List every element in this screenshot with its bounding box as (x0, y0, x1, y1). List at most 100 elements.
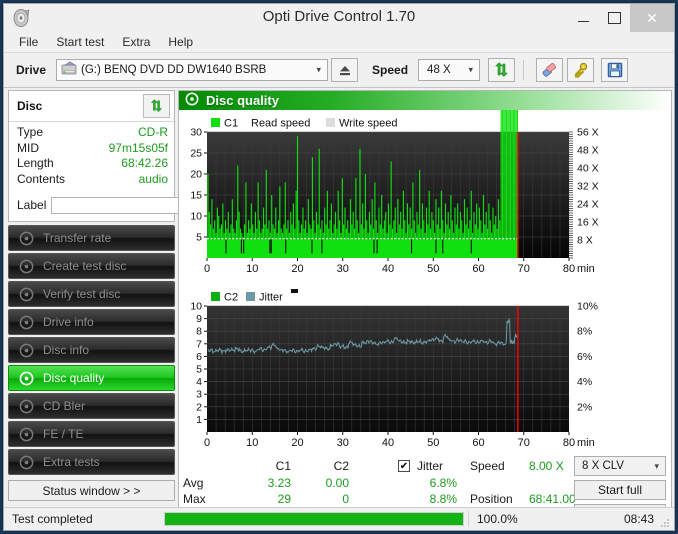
disc-field-mid-value: 97m15s05f (108, 140, 168, 155)
minimize-button[interactable] (568, 4, 599, 32)
disc-field-contents-value: audio (138, 171, 168, 186)
progress-bar (164, 512, 464, 526)
menu-item-start-test[interactable]: Start test (47, 33, 113, 51)
svg-text:6%: 6% (577, 351, 592, 363)
svg-text:40: 40 (382, 437, 394, 449)
toolbar: Drive (G:) BENQ DVD DD DW1640 BSRB ▾ Spe… (4, 53, 674, 88)
svg-text:9: 9 (196, 313, 202, 325)
elapsed-time: 08:43 (623, 512, 654, 526)
sidebar-item-label: Verify test disc (43, 287, 121, 301)
svg-text:30: 30 (337, 263, 349, 275)
stats-row-label-max: Max (183, 492, 206, 506)
refresh-button[interactable] (488, 58, 516, 82)
speed-select[interactable]: 48 X ▾ (418, 59, 481, 81)
disc-field-length-value: 68:42.26 (121, 156, 168, 170)
svg-text:C1: C1 (224, 118, 238, 130)
sidebar-item-disc-info[interactable]: Disc info (8, 337, 175, 363)
maximize-button[interactable] (599, 4, 630, 32)
write-speed-select[interactable]: 8 X CLV ▾ (574, 456, 666, 476)
sidebar-item-verify-test-disc[interactable]: Verify test disc (8, 281, 175, 307)
chevron-down-icon: ▾ (654, 460, 659, 471)
jitter-label: Jitter (417, 459, 444, 473)
svg-text:Jitter: Jitter (259, 292, 283, 304)
svg-text:10: 10 (190, 211, 202, 223)
status-window-button[interactable]: Status window > > (8, 480, 175, 501)
key-button[interactable] (567, 58, 595, 82)
status-message: Test completed (12, 512, 93, 526)
status-bar: Test completed 100.0% 08:43 (4, 507, 674, 530)
stats-jitter-max: 8.8% (429, 492, 457, 506)
disc-refresh-button[interactable] (143, 94, 170, 118)
sidebar-item-label: FE / TE (43, 427, 84, 441)
svg-text:10: 10 (246, 263, 258, 275)
disc-icon (14, 399, 38, 414)
drive-select[interactable]: (G:) BENQ DVD DD DW1640 BSRB ▾ (56, 59, 329, 81)
close-button[interactable]: ✕ (630, 4, 674, 32)
stats-c1-max: 29 (277, 492, 291, 506)
disc-panel-header: Disc (9, 91, 174, 122)
sidebar-item-drive-info[interactable]: Drive info (8, 309, 175, 335)
svg-text:50: 50 (427, 437, 439, 449)
svg-text:40: 40 (382, 263, 394, 275)
sidebar-item-label: Extra tests (43, 455, 100, 469)
svg-text:5: 5 (196, 364, 202, 376)
chevron-down-icon: ▾ (316, 64, 322, 75)
sidebar-item-create-test-disc[interactable]: Create test disc (8, 253, 175, 279)
sidebar-item-fe-te[interactable]: FE / TE (8, 421, 175, 447)
svg-text:20: 20 (291, 437, 303, 449)
svg-text:Write speed: Write speed (339, 118, 398, 130)
menu-item-help[interactable]: Help (159, 33, 202, 51)
sidebar-item-disc-quality[interactable]: Disc quality (8, 365, 175, 391)
jitter-checkbox[interactable]: ✔ (398, 460, 410, 472)
disc-icon (14, 427, 38, 442)
disc-field-type-value: CD-R (138, 125, 168, 139)
menu-item-extra[interactable]: Extra (113, 33, 159, 51)
stats-row-label-avg: Avg (183, 476, 204, 490)
disc-icon (14, 287, 38, 302)
disc-label-caption: Label (17, 198, 47, 212)
svg-text:8%: 8% (577, 326, 592, 338)
svg-text:20: 20 (190, 169, 202, 181)
chevron-down-icon: ▾ (468, 64, 474, 75)
disc-panel-title: Disc (17, 99, 43, 113)
svg-text:32 X: 32 X (577, 181, 599, 193)
svg-text:0: 0 (204, 437, 210, 449)
disc-icon (14, 371, 38, 386)
svg-text:2: 2 (196, 401, 202, 413)
disc-icon (185, 92, 199, 109)
disc-label-row: Label (9, 191, 226, 221)
svg-text:C2: C2 (224, 292, 238, 304)
menu-item-file[interactable]: File (10, 33, 47, 51)
sidebar-item-label: CD Bler (43, 399, 86, 413)
speed-value: 48 X (427, 64, 451, 76)
position-value: 68:41.00 (529, 492, 576, 506)
sidebar-item-transfer-rate[interactable]: Transfer rate (8, 225, 175, 251)
svg-text:48 X: 48 X (577, 145, 599, 157)
quality-charts: C1 Read speed Write speed510152025308 X16 … (190, 110, 599, 449)
svg-text:5: 5 (196, 232, 202, 244)
start-full-button[interactable]: Start full (574, 480, 666, 500)
sidebar-item-extra-tests[interactable]: Extra tests (8, 449, 175, 475)
sidebar-item-cd-bler[interactable]: CD Bler (8, 393, 175, 419)
svg-text:30: 30 (337, 437, 349, 449)
title-bar: Opti Drive Control 1.70 ✕ (4, 4, 674, 32)
svg-text:16 X: 16 X (577, 217, 599, 229)
svg-text:4: 4 (196, 376, 202, 388)
svg-text:8 X: 8 X (577, 235, 593, 247)
svg-text:10: 10 (246, 437, 258, 449)
disc-fields: Type CD-R MID 97m15s05f Length 68:42.26 … (9, 122, 174, 191)
stats-jitter-avg: 6.8% (429, 476, 457, 490)
eject-button[interactable] (331, 58, 359, 82)
speed-label: Speed (372, 63, 409, 77)
svg-text:30: 30 (190, 127, 202, 139)
svg-text:24 X: 24 X (577, 199, 599, 211)
svg-text:7: 7 (196, 338, 202, 350)
svg-text:min: min (577, 263, 595, 275)
disc-field-contents: Contents audio (17, 172, 168, 188)
eraser-button[interactable] (536, 58, 564, 82)
menu-bar: File Start test Extra Help (4, 32, 674, 53)
svg-text:60: 60 (472, 263, 484, 275)
svg-text:80: 80 (563, 437, 575, 449)
svg-text:min: min (577, 437, 595, 449)
save-button[interactable] (601, 58, 629, 82)
